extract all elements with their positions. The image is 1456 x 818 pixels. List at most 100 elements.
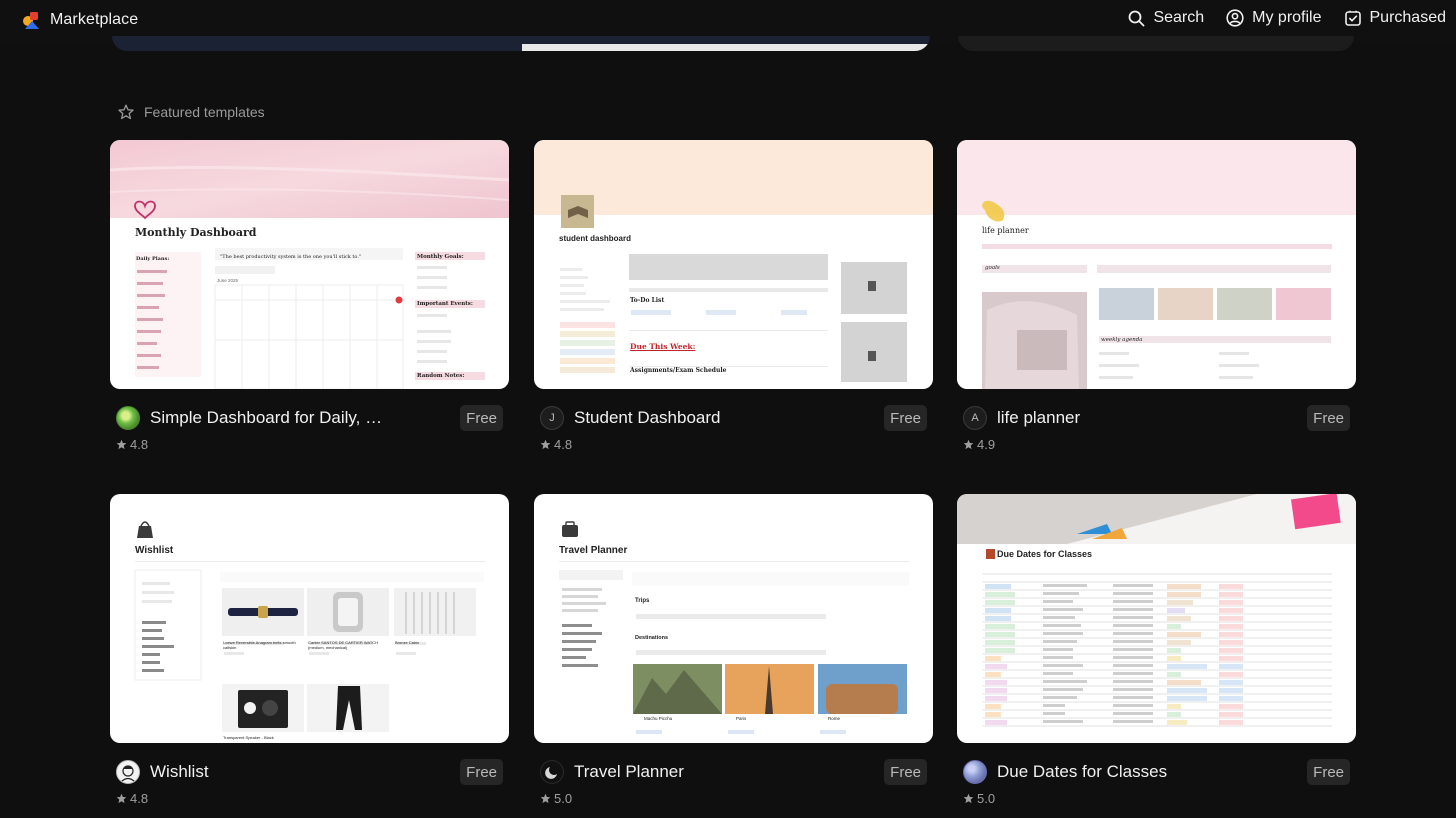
preview-label: Trips bbox=[635, 598, 650, 604]
template-meta: Wishlist Free 4.8 bbox=[110, 743, 509, 806]
author-avatar[interactable] bbox=[540, 760, 564, 784]
thumbnail-preview bbox=[534, 140, 933, 382]
avatar-moon-icon bbox=[545, 767, 557, 779]
template-title[interactable]: Simple Dashboard for Daily, We... bbox=[150, 408, 394, 428]
preview-label: Important Events: bbox=[417, 301, 473, 307]
template-thumbnail[interactable]: Wishlist Loewe Reversible Anagram belts … bbox=[110, 494, 509, 743]
thumbnail-preview bbox=[110, 140, 509, 389]
nav-search-label: Search bbox=[1153, 9, 1205, 26]
nav-my-profile[interactable]: My profile bbox=[1226, 9, 1322, 27]
rating-value: 4.8 bbox=[554, 437, 573, 452]
preview-label: Cartier SANTOS DE CARTIER WATCH (medium,… bbox=[308, 640, 379, 650]
brand[interactable]: Marketplace bbox=[21, 10, 138, 30]
preview-heading: Monthly Dashboard bbox=[135, 226, 257, 239]
preview-label: Destinations bbox=[635, 635, 669, 641]
preview-label: Machu Picchu bbox=[644, 716, 673, 721]
template-thumbnail[interactable]: Travel Planner Trips Destinations Machu … bbox=[534, 494, 933, 743]
rating: 4.9 bbox=[963, 437, 995, 452]
preview-label: weekly agenda bbox=[1101, 337, 1143, 343]
thumbnail-preview bbox=[134, 521, 485, 732]
template-card[interactable]: Travel Planner Trips Destinations Machu … bbox=[534, 494, 933, 806]
rating-value: 5.0 bbox=[977, 791, 996, 806]
template-card[interactable]: Due Dates for Classes Due Dates for Clas… bbox=[957, 494, 1356, 806]
preview-heading: Due Dates for Classes bbox=[997, 549, 1093, 559]
rating: 4.8 bbox=[116, 437, 148, 452]
carousel-banner[interactable] bbox=[112, 36, 930, 51]
rating-value: 4.8 bbox=[130, 437, 149, 452]
author-avatar[interactable] bbox=[963, 760, 987, 784]
rating-value: 4.8 bbox=[130, 791, 149, 806]
profile-icon bbox=[1226, 9, 1244, 27]
nav-my-profile-label: My profile bbox=[1252, 9, 1322, 26]
nav-purchased[interactable]: Purchased bbox=[1344, 9, 1447, 27]
preview-label: Daily Plans: bbox=[136, 256, 170, 262]
template-card[interactable]: Monthly Dashboard "The best productivity… bbox=[110, 140, 509, 452]
featured-templates-header: Featured templates bbox=[118, 104, 265, 120]
nav-search[interactable]: Search bbox=[1128, 9, 1204, 27]
rating: 5.0 bbox=[963, 791, 995, 806]
star-icon bbox=[963, 439, 974, 450]
marketplace-logo-icon bbox=[23, 12, 39, 29]
top-nav: Search My profile Purchased bbox=[1128, 9, 1446, 27]
preview-label: Due This Week: bbox=[630, 342, 696, 351]
preview-label: Assignments/Exam Schedule bbox=[630, 367, 727, 374]
rating-value: 4.9 bbox=[977, 437, 996, 452]
template-title[interactable]: Student Dashboard bbox=[574, 408, 721, 428]
preview-label: Rome bbox=[828, 716, 841, 721]
thumbnail-preview bbox=[559, 521, 909, 734]
price-badge[interactable]: Free bbox=[1307, 405, 1350, 431]
preview-label: goals bbox=[985, 265, 1000, 271]
thumbnail-preview bbox=[957, 494, 1356, 727]
preview-heading: Wishlist bbox=[135, 545, 174, 556]
rating-value: 5.0 bbox=[554, 791, 573, 806]
template-thumbnail[interactable]: life planner goals weekly agenda bbox=[957, 140, 1356, 389]
preview-label: Monthly Goals: bbox=[417, 254, 464, 260]
star-icon bbox=[963, 793, 974, 804]
rating: 4.8 bbox=[116, 791, 148, 806]
preview-label: Loewe Reversible Anagram belts smooth ca… bbox=[223, 640, 296, 650]
template-thumbnail[interactable]: student dashboard To-Do List Due This We… bbox=[534, 140, 933, 389]
template-meta: Simple Dashboard for Daily, We... Free 4… bbox=[110, 389, 509, 452]
template-meta: Due Dates for Classes Free 5.0 bbox=[957, 743, 1356, 806]
template-card[interactable]: student dashboard To-Do List Due This We… bbox=[534, 140, 933, 452]
search-icon bbox=[1129, 10, 1145, 26]
price-badge[interactable]: Free bbox=[460, 405, 503, 431]
star-icon bbox=[116, 793, 127, 804]
template-thumbnail[interactable]: Monthly Dashboard "The best productivity… bbox=[110, 140, 509, 389]
template-meta: A life planner Free 4.9 bbox=[957, 389, 1356, 452]
nav-purchased-label: Purchased bbox=[1369, 9, 1447, 26]
template-title[interactable]: Due Dates for Classes bbox=[997, 762, 1167, 782]
template-meta: J Student Dashboard Free 4.8 bbox=[534, 389, 933, 452]
preview-heading: life planner bbox=[982, 226, 1029, 235]
preview-label: Random Notes: bbox=[417, 373, 465, 379]
price-badge[interactable]: Free bbox=[460, 759, 503, 785]
preview-label: Bronze Cabin bbox=[395, 640, 420, 645]
price-badge[interactable]: Free bbox=[884, 759, 927, 785]
template-meta: Travel Planner Free 5.0 bbox=[534, 743, 933, 806]
template-card[interactable]: life planner goals weekly agenda A life … bbox=[957, 140, 1356, 452]
template-card[interactable]: Wishlist Loewe Reversible Anagram belts … bbox=[110, 494, 509, 806]
purchased-icon bbox=[1344, 10, 1361, 26]
star-icon bbox=[116, 439, 127, 450]
preview-label: Transparent Speaker - Black bbox=[223, 735, 274, 740]
author-avatar[interactable]: A bbox=[963, 406, 987, 430]
author-avatar[interactable]: J bbox=[540, 406, 564, 430]
template-title[interactable]: Wishlist bbox=[150, 762, 209, 782]
price-badge[interactable]: Free bbox=[1307, 759, 1350, 785]
author-avatar[interactable] bbox=[116, 760, 140, 784]
brand-title: Marketplace bbox=[50, 11, 139, 28]
template-title[interactable]: life planner bbox=[997, 408, 1080, 428]
template-title[interactable]: Travel Planner bbox=[574, 762, 684, 782]
rating: 5.0 bbox=[540, 791, 572, 806]
preview-label: Paris bbox=[736, 716, 747, 721]
preview-label: To-Do List bbox=[630, 297, 665, 304]
section-title: Featured templates bbox=[144, 104, 265, 120]
carousel-banner-side[interactable] bbox=[958, 36, 1354, 51]
star-outline-icon bbox=[118, 104, 134, 120]
template-thumbnail[interactable]: Due Dates for Classes bbox=[957, 494, 1356, 743]
author-avatar[interactable] bbox=[116, 406, 140, 430]
star-icon bbox=[540, 793, 551, 804]
price-badge[interactable]: Free bbox=[884, 405, 927, 431]
preview-heading: student dashboard bbox=[559, 234, 632, 243]
avatar-illustration-icon bbox=[120, 765, 136, 783]
